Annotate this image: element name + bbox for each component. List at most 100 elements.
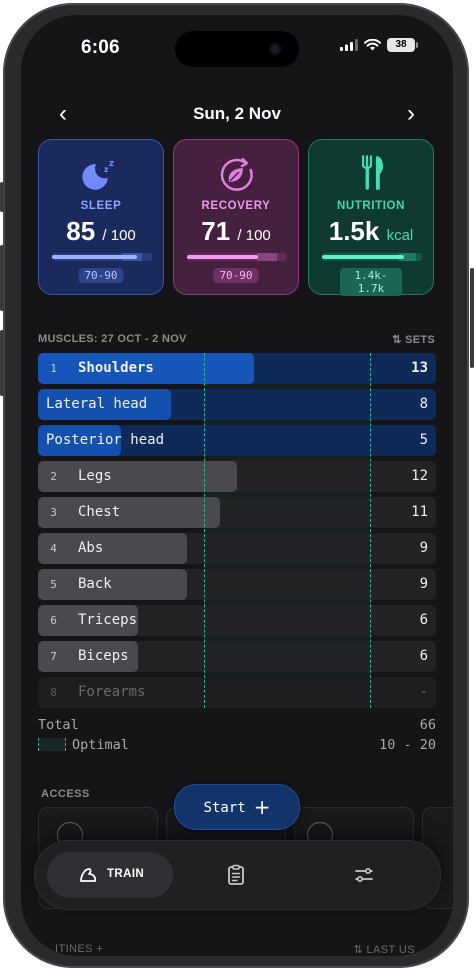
signal-icon: [340, 39, 358, 51]
bottom-section-peek: ITINES + ⇅ LAST US: [55, 943, 415, 956]
camera-icon: [269, 43, 281, 55]
muscle-name: Posterior head: [46, 432, 165, 448]
muscle-rank: 2: [50, 470, 57, 483]
muscle-subrow[interactable]: Lateral head 8: [38, 389, 436, 420]
muscle-set-count: 5: [419, 432, 428, 448]
plus-icon: +: [253, 795, 271, 819]
sleep-title: SLEEP: [80, 200, 122, 212]
sort-sets-button[interactable]: ⇅ SETS: [392, 333, 435, 346]
muscle-name: Abs: [78, 540, 104, 556]
bottom-navigation: TRAIN: [34, 840, 441, 910]
muscle-row[interactable]: 8 Forearms -: [38, 677, 436, 708]
sleep-progress-fill: [52, 255, 137, 259]
recovery-score-max: / 100: [237, 227, 271, 244]
muscle-set-count: 11: [411, 504, 428, 520]
sort-icon: ⇅: [392, 334, 402, 346]
optimal-legend-swatch: [38, 738, 66, 751]
start-workout-button[interactable]: Start +: [174, 784, 300, 830]
muscle-set-count: 6: [419, 612, 428, 628]
optimal-label: Optimal: [72, 737, 129, 753]
muscle-set-count: -: [419, 684, 428, 700]
muscle-rank: 4: [50, 542, 57, 555]
nutrition-calories: 1.5k kcal: [309, 216, 433, 247]
muscle-row[interactable]: 5 Back 9: [38, 569, 436, 600]
utensils-icon: [362, 155, 384, 190]
svg-text:z: z: [109, 159, 114, 169]
dynamic-island: [175, 31, 299, 67]
muscle-rank: 1: [50, 362, 57, 375]
muscle-row[interactable]: 7 Biceps 6: [38, 641, 436, 672]
muscle-set-count: 6: [419, 648, 428, 664]
recovery-optimal-zone: [257, 253, 277, 261]
recovery-progress-fill: [187, 255, 258, 259]
next-day-button[interactable]: ›: [397, 101, 425, 129]
optimal-range-text: 10 - 20: [379, 737, 436, 753]
moon-icon: z z: [82, 159, 114, 190]
muscle-name: Forearms: [78, 684, 146, 700]
muscle-row[interactable]: 6 Triceps 6: [38, 605, 436, 636]
optimal-min-line: [203, 353, 205, 708]
muscle-rank: 8: [50, 686, 57, 699]
current-date: Sun, 2 Nov: [193, 104, 281, 123]
settings-sliders-icon[interactable]: [352, 863, 376, 887]
muscle-rank: 5: [50, 578, 57, 591]
optimal-max-line: [369, 353, 371, 708]
muscle-set-count: 8: [419, 396, 428, 412]
side-button-power: [470, 268, 474, 368]
side-button-volume-down: [0, 330, 4, 396]
nutrition-progress-fill: [322, 255, 404, 259]
side-button-action: [0, 182, 4, 212]
wifi-icon: [364, 39, 381, 51]
sleep-score-value: 85: [66, 216, 96, 246]
muscle-set-count: 13: [411, 360, 428, 376]
nav-train-tab[interactable]: TRAIN: [47, 852, 173, 898]
nutrition-range-badge: 1.4k-1.7k: [340, 268, 402, 296]
sleep-score-max: / 100: [102, 227, 136, 244]
recovery-progress-bar: [187, 253, 287, 261]
recovery-card[interactable]: RECOVERY 71 / 100 70-90: [173, 139, 299, 295]
muscle-row[interactable]: 3 Chest 11: [38, 497, 436, 528]
muscle-name: Chest: [78, 504, 121, 520]
muscle-set-count: 9: [419, 540, 428, 556]
nutrition-card[interactable]: NUTRITION 1.5k kcal 1.4k-1.7k: [308, 139, 434, 296]
muscle-name: Legs: [78, 468, 112, 484]
nutrition-calories-value: 1.5k: [328, 216, 380, 246]
train-icon: [80, 868, 97, 882]
total-row: Total 66: [38, 717, 436, 733]
start-label: Start: [203, 800, 246, 816]
nutrition-title: NUTRITION: [336, 200, 405, 212]
last-used-peek: ⇅ LAST US: [353, 944, 415, 956]
clipboard-icon[interactable]: [224, 863, 248, 887]
recovery-title: RECOVERY: [201, 200, 271, 212]
status-time: 6:06: [81, 37, 120, 58]
muscles-period-label: MUSCLES: 27 OCT - 2 NOV: [38, 333, 187, 345]
muscle-set-count: 12: [411, 468, 428, 484]
status-icons: 38: [340, 38, 418, 52]
recovery-range-badge: 70-90: [213, 268, 259, 283]
muscle-name: Shoulders: [78, 360, 154, 376]
app-screen: 6:06 38 ‹ Sun, 2 Nov › z z SLEEP 85 / 10: [21, 15, 453, 956]
muscle-subrow[interactable]: Posterior head 5: [38, 425, 436, 456]
status-bar: 6:06 38: [21, 15, 453, 75]
optimal-row: Optimal 10 - 20: [38, 737, 436, 753]
sleep-score: 85 / 100: [39, 216, 163, 247]
sets-label: SETS: [405, 334, 435, 346]
recovery-score-value: 71: [201, 216, 231, 246]
date-navigation: ‹ Sun, 2 Nov ›: [21, 101, 453, 129]
muscle-row[interactable]: 1 Shoulders 13: [38, 353, 436, 384]
muscle-row[interactable]: 4 Abs 9: [38, 533, 436, 564]
nutrition-progress-bar: [322, 253, 422, 261]
sleep-progress-bar: [52, 253, 152, 261]
sleep-range-badge: 70-90: [78, 268, 124, 283]
recovery-icon: [220, 158, 253, 191]
muscles-header: MUSCLES: 27 OCT - 2 NOV ⇅ SETS: [38, 333, 435, 346]
total-value: 66: [419, 717, 436, 733]
battery-icon: 38: [387, 38, 418, 52]
muscle-name: Biceps: [78, 648, 129, 664]
access-label: ACCESS: [41, 788, 90, 800]
muscle-name: Triceps: [78, 612, 138, 628]
muscle-rank: 3: [50, 506, 57, 519]
muscle-row[interactable]: 2 Legs 12: [38, 461, 436, 492]
sleep-card[interactable]: z z SLEEP 85 / 100 70-90: [38, 139, 164, 295]
nav-train-label: TRAIN: [107, 868, 145, 880]
